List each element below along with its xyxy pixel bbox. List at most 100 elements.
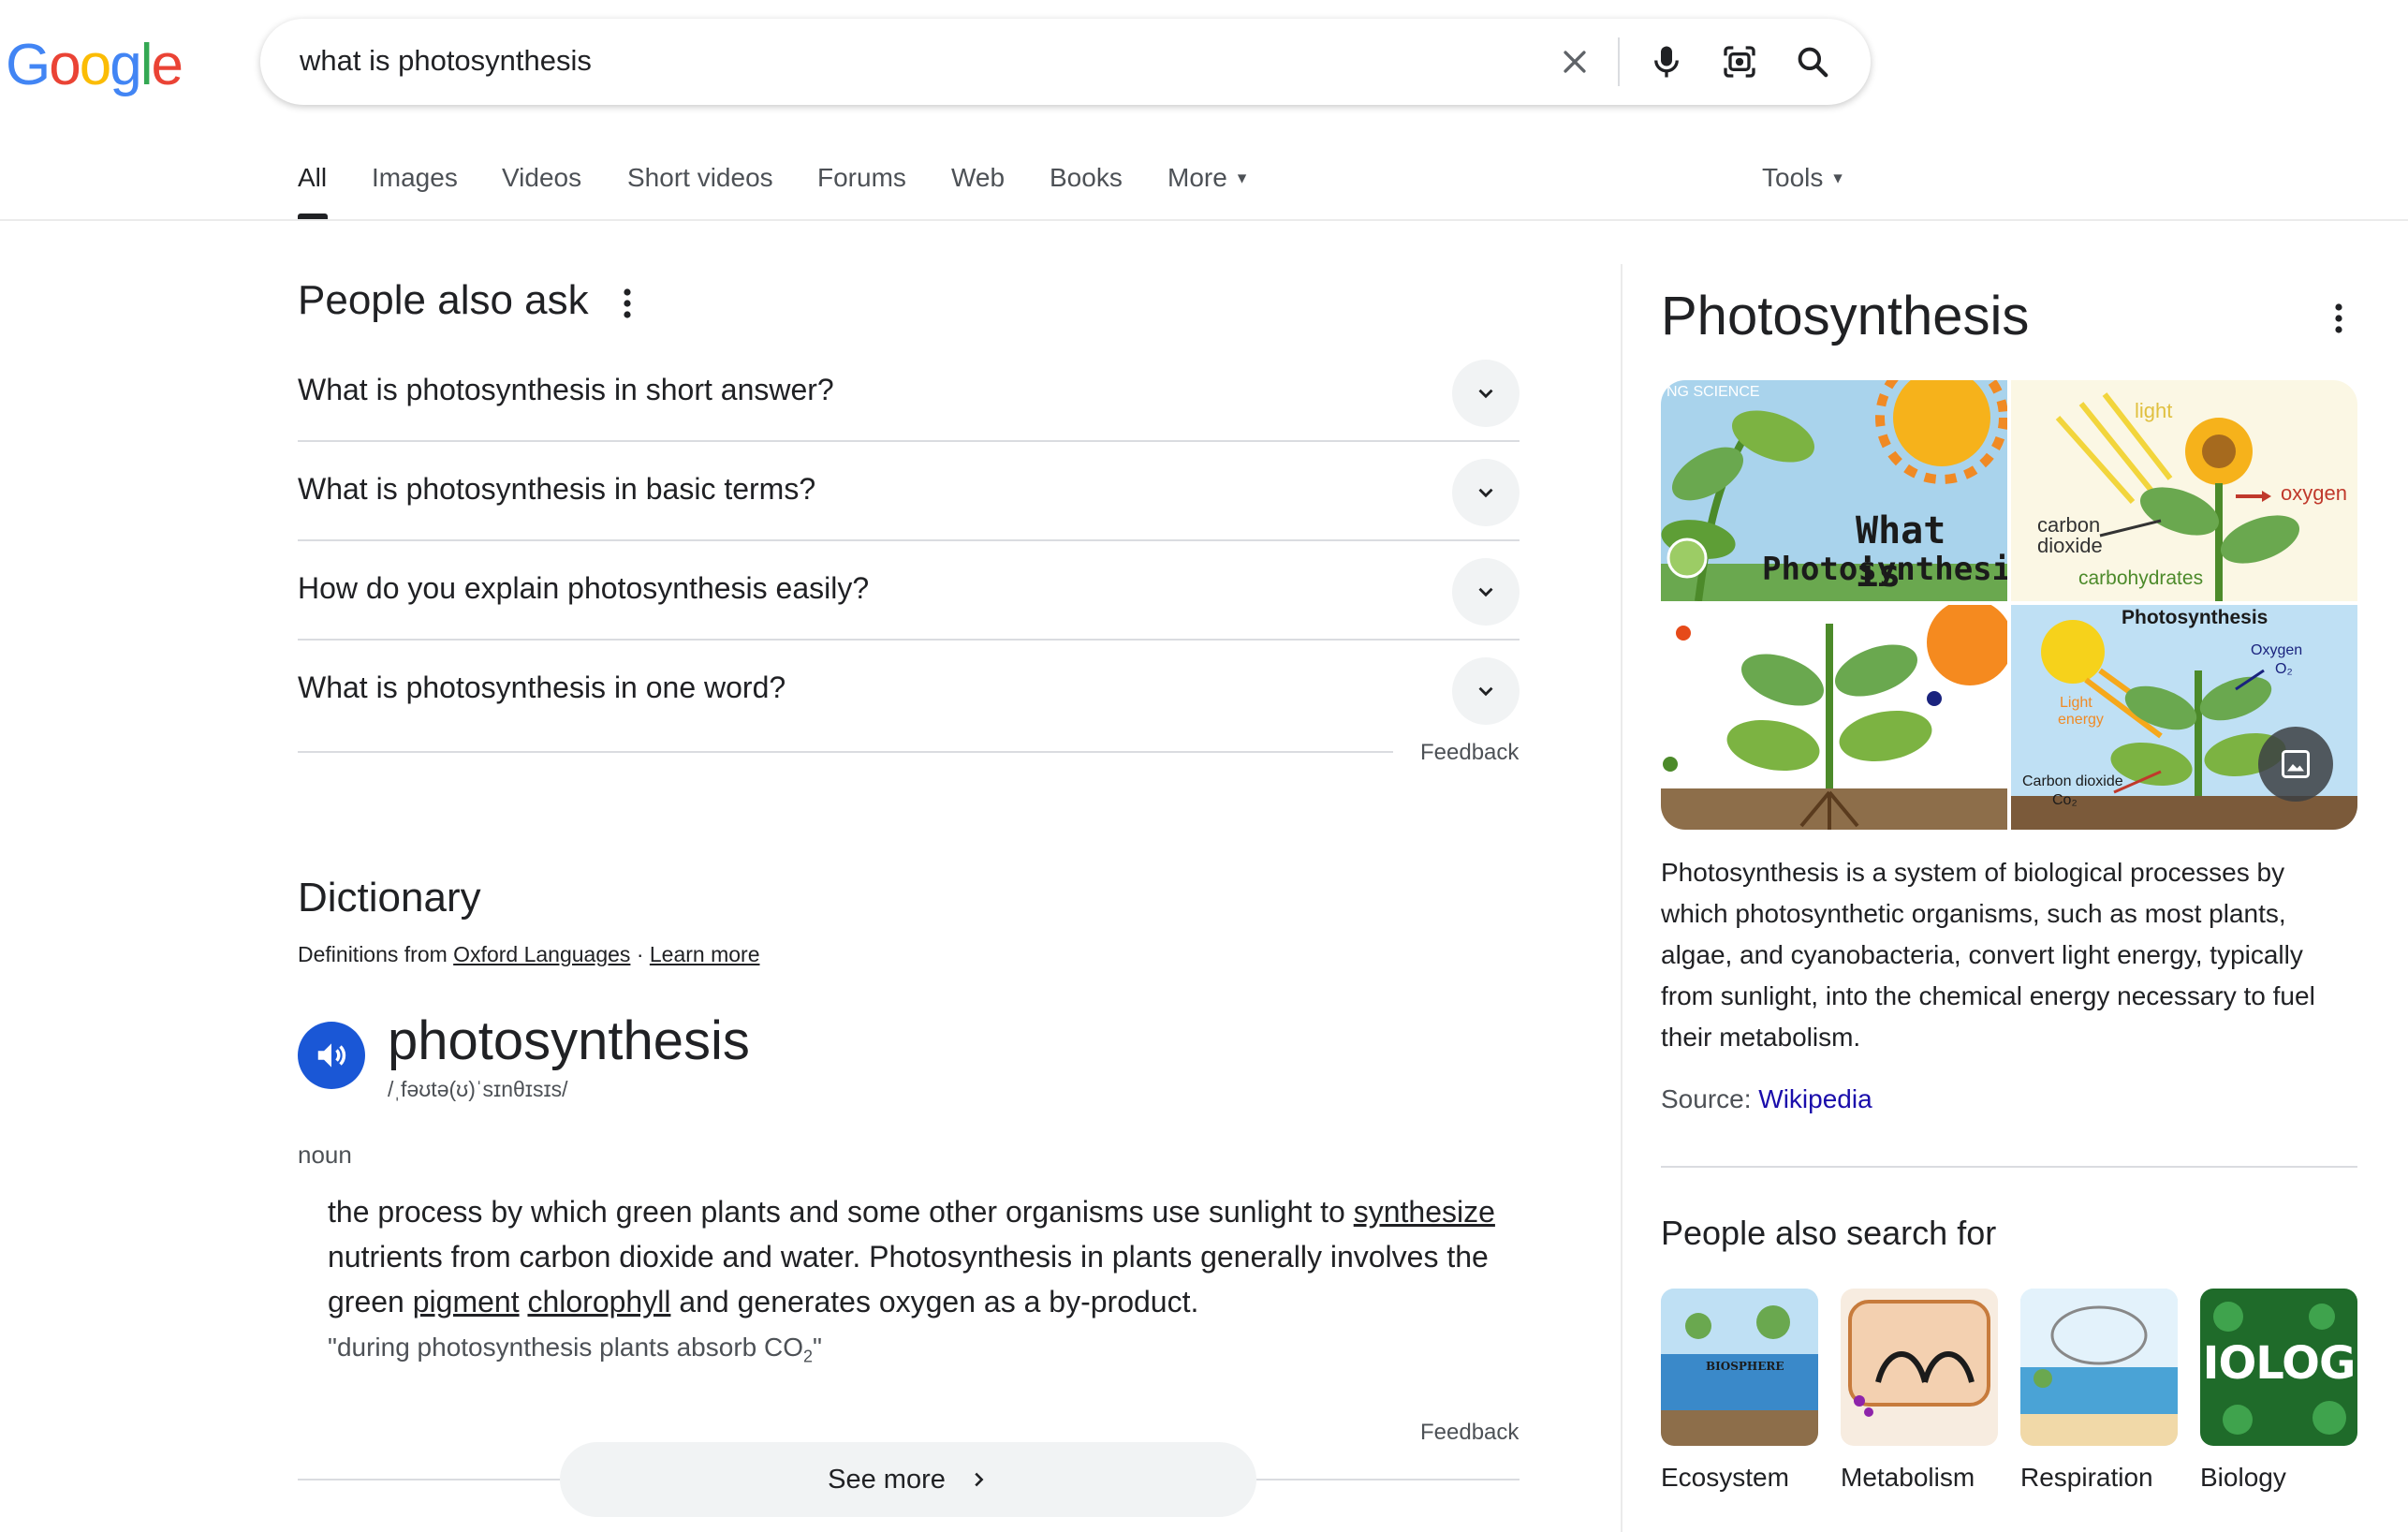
close-icon[interactable] — [1550, 37, 1599, 86]
pasf-label: Respiration — [2020, 1463, 2153, 1492]
pasf-thumb[interactable]: IOLOG — [2200, 1289, 2357, 1446]
logo-letter: G — [6, 33, 51, 97]
more-options-icon[interactable] — [618, 287, 637, 320]
kp-title: Photosynthesis — [1661, 286, 2030, 346]
column-divider — [1621, 264, 1622, 1532]
tile-title: Photosynthesis — [2122, 607, 2269, 628]
kp-image-tile[interactable] — [1661, 605, 2007, 830]
more-options-icon[interactable] — [2329, 302, 2348, 335]
caret-down-icon: ▼ — [1830, 170, 1845, 187]
tab-forums[interactable]: Forums — [817, 163, 906, 193]
kp-image-tile[interactable]: Photosynthesis Oxygen O₂ Light energy Ca… — [2011, 605, 2357, 830]
wikipedia-link[interactable]: Wikipedia — [1758, 1084, 1872, 1113]
part-of-speech: noun — [298, 1141, 352, 1169]
divider — [298, 1479, 560, 1480]
search-tabs: All Images Videos Short videos Forums We… — [0, 163, 2408, 210]
paa-question[interactable]: How do you explain photosynthesis easily… — [298, 541, 1520, 641]
tile-label-oxygen: oxygen — [2281, 481, 2347, 505]
chevron-right-icon — [975, 1472, 984, 1487]
logo-letter: g — [110, 33, 142, 97]
chevron-down-icon[interactable] — [1452, 558, 1520, 626]
tab-more-label: More — [1167, 163, 1227, 192]
paa-title: People also ask — [298, 277, 589, 323]
chevron-down-icon[interactable] — [1452, 360, 1520, 427]
example-part: " — [813, 1333, 822, 1362]
kp-image-tile[interactable]: light oxygen carbon dioxide carbohydrate… — [2011, 380, 2357, 601]
phonetic: /ˌfəʊtə(ʊ)ˈsɪnθɪsɪs/ — [388, 1077, 568, 1101]
tab-images[interactable]: Images — [372, 163, 458, 193]
tab-books[interactable]: Books — [1050, 163, 1123, 193]
kp-source: Source: Wikipedia — [1661, 1084, 1872, 1114]
image-gallery-icon[interactable] — [2258, 727, 2333, 802]
pasf-thumb[interactable] — [1841, 1289, 1998, 1446]
oxford-languages-link[interactable]: Oxford Languages — [453, 942, 630, 966]
tile-label-energy: energy — [2058, 712, 2104, 728]
tile-label-co2-formula: Co₂ — [2052, 792, 2078, 808]
tile-label-carbohydrates: carbohydrates — [2078, 567, 2204, 589]
paa-question[interactable]: What is photosynthesis in short answer? — [298, 343, 1520, 442]
tile-text: Photosynthesis? — [1762, 551, 2007, 588]
kp-image-grid[interactable]: NG SCIENCE What is Photosynthesis? light… — [1661, 380, 2357, 830]
people-also-search-title: People also search for — [1661, 1214, 1997, 1252]
tab-short-videos[interactable]: Short videos — [627, 163, 773, 193]
definition-part: the process by which green plants and so… — [328, 1195, 1354, 1229]
paa-question-text: What is photosynthesis in one word? — [298, 670, 786, 704]
thumb-text: BIOSPHERE — [1706, 1360, 1784, 1373]
definition-text: the process by which green plants and so… — [328, 1189, 1535, 1324]
synthesize-link[interactable]: synthesize — [1354, 1195, 1495, 1229]
dictionary-source: Definitions from Oxford Languages · Lear… — [298, 942, 760, 967]
source-label: Source: — [1661, 1084, 1752, 1113]
tile-corner-text: NG SCIENCE — [1667, 384, 1760, 400]
dictionary-word: photosynthesis — [388, 1010, 750, 1071]
tile-label-co2: Carbon dioxide — [2022, 773, 2123, 789]
search-box[interactable]: what is photosynthesis — [260, 19, 1871, 105]
search-icon[interactable] — [1788, 37, 1837, 86]
pasf-label: Metabolism — [1841, 1463, 1975, 1492]
source-separator: · — [636, 942, 644, 966]
learn-more-link[interactable]: Learn more — [650, 942, 760, 966]
speaker-icon[interactable] — [298, 1022, 365, 1089]
tile-label-o2: O₂ — [2275, 661, 2293, 677]
chevron-down-icon[interactable] — [1452, 459, 1520, 526]
tile-label-light: light — [2135, 399, 2173, 422]
google-logo[interactable]: Google — [6, 32, 184, 98]
example-sentence: "during photosynthesis plants absorb CO2… — [328, 1333, 822, 1367]
feedback-link[interactable]: Feedback — [1420, 740, 1519, 766]
paa-question-text: How do you explain photosynthesis easily… — [298, 571, 870, 605]
tab-videos[interactable]: Videos — [502, 163, 581, 193]
kp-divider — [1661, 1166, 2357, 1168]
paa-question-text: What is photosynthesis in basic terms? — [298, 472, 816, 506]
tab-all[interactable]: All — [298, 163, 327, 193]
logo-letter: o — [79, 33, 112, 97]
pasf-thumb[interactable] — [2020, 1289, 2178, 1446]
tools-button[interactable]: Tools ▼ — [1762, 163, 1845, 193]
paa-question[interactable]: What is photosynthesis in one word? — [298, 641, 1520, 751]
paa-bottom-divider — [298, 751, 1393, 753]
paa-question[interactable]: What is photosynthesis in basic terms? — [298, 442, 1520, 541]
tile-label-light: Light — [2060, 695, 2092, 711]
kp-image-tile[interactable]: NG SCIENCE What is Photosynthesis? — [1661, 380, 2007, 601]
tab-more[interactable]: More ▼ — [1167, 163, 1249, 193]
see-more-button[interactable]: See more — [560, 1442, 1256, 1517]
search-divider — [1618, 37, 1620, 86]
logo-letter: l — [139, 33, 154, 97]
kp-description: Photosynthesis is a system of biological… — [1661, 858, 2315, 1052]
chevron-down-icon[interactable] — [1452, 657, 1520, 725]
definition-part: and generates oxygen as a by-product. — [670, 1285, 1199, 1318]
feedback-link[interactable]: Feedback — [1420, 1420, 1519, 1446]
thumb-text: IOLOG — [2202, 1337, 2357, 1390]
microphone-icon[interactable] — [1642, 37, 1691, 86]
chlorophyll-link[interactable]: chlorophyll — [527, 1285, 670, 1318]
example-part: "during photosynthesis plants absorb CO — [328, 1333, 804, 1362]
tile-label-oxygen: Oxygen — [2251, 642, 2303, 658]
tab-web[interactable]: Web — [951, 163, 1005, 193]
tile-label-dioxide: dioxide — [2037, 534, 2103, 557]
logo-letter: o — [49, 33, 81, 97]
pasf-thumb[interactable]: BIOSPHERE — [1661, 1289, 1818, 1446]
search-input[interactable]: what is photosynthesis — [300, 44, 592, 78]
pasf-label: Ecosystem — [1661, 1463, 1789, 1492]
pasf-label: Biology — [2200, 1463, 2286, 1492]
pigment-link[interactable]: pigment — [413, 1285, 520, 1318]
paa-question-text: What is photosynthesis in short answer? — [298, 373, 834, 406]
camera-lens-icon[interactable] — [1715, 37, 1764, 86]
